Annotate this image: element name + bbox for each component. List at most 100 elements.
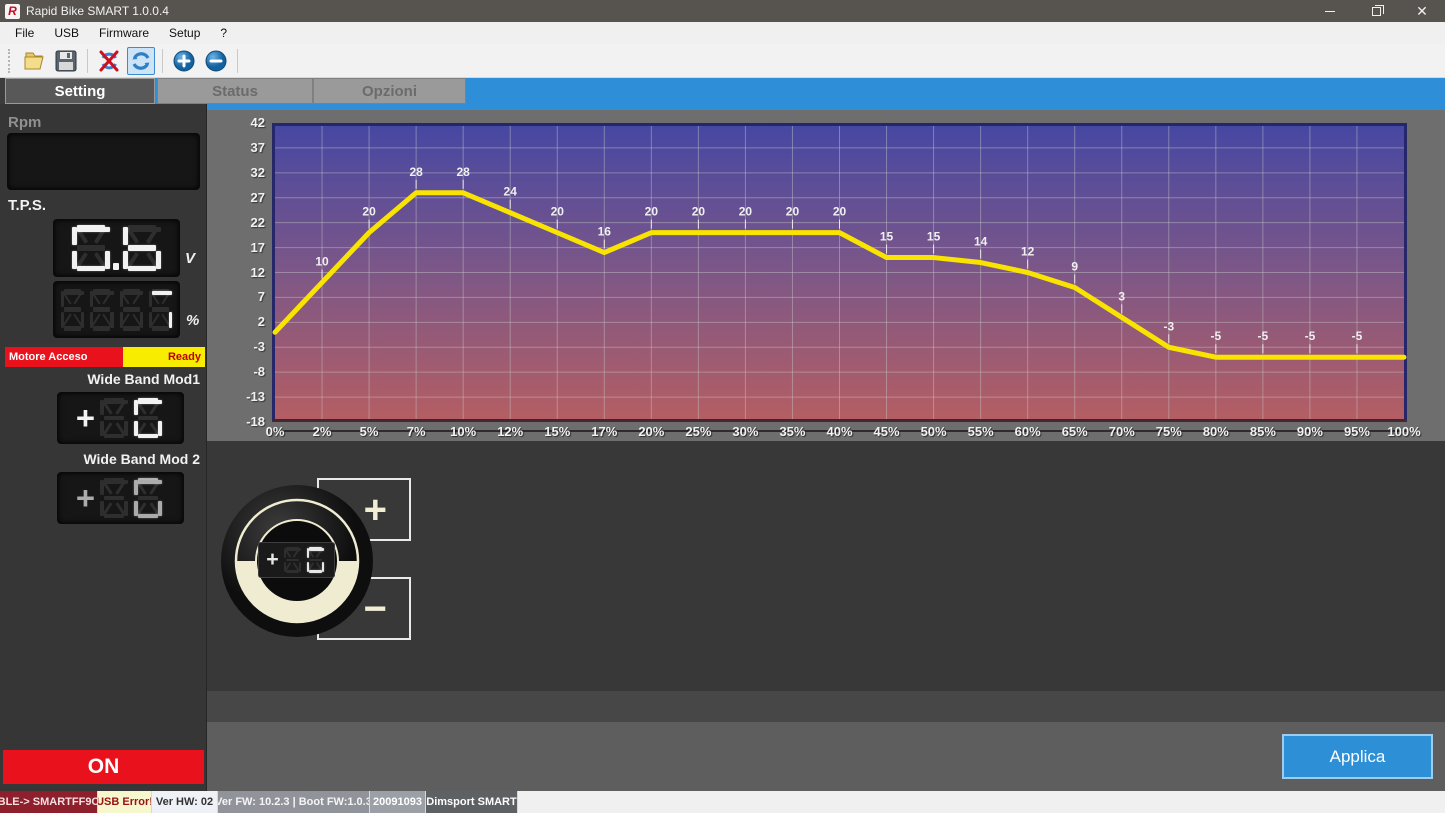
engine-status-left: Motore Acceso — [5, 347, 123, 367]
engine-status-right: Ready — [123, 347, 205, 367]
apply-button[interactable]: Applica — [1281, 733, 1434, 780]
svg-text:-3: -3 — [1163, 319, 1174, 333]
tuning-curve-chart[interactable]: 1020282824201620202020201515141293-3-5-5… — [272, 123, 1407, 422]
svg-text:28: 28 — [456, 165, 470, 179]
x-axis-label: 20% — [638, 424, 664, 439]
svg-text:16: 16 — [598, 225, 612, 239]
tab-status[interactable]: Status — [157, 78, 313, 104]
segment-digit — [61, 289, 84, 331]
y-axis-label: 42 — [207, 115, 265, 130]
engine-status-strip: Motore Acceso Ready — [5, 347, 205, 367]
svg-text:-5: -5 — [1258, 329, 1269, 343]
menu-item-usb[interactable]: USB — [44, 22, 89, 44]
svg-text:10: 10 — [315, 254, 329, 268]
x-axis-label: 15% — [544, 424, 570, 439]
svg-text:28: 28 — [409, 165, 423, 179]
segment-digit — [123, 225, 161, 271]
svg-text:24: 24 — [504, 185, 518, 199]
menu-item-firmware[interactable]: Firmware — [89, 22, 159, 44]
y-axis-label: -8 — [207, 364, 265, 379]
tps-volt-unit: V — [185, 250, 195, 267]
segment-digit — [284, 547, 301, 573]
maximize-button[interactable] — [1353, 0, 1399, 22]
usb-disconnect-button[interactable] — [95, 47, 123, 75]
svg-text:20: 20 — [645, 205, 659, 219]
svg-text:20: 20 — [692, 205, 706, 219]
tab-setting[interactable]: Setting — [5, 78, 155, 104]
app-window: R Rapid Bike SMART 1.0.0.4 ✕ FileUSBFirm… — [0, 0, 1445, 813]
x-axis-label: 25% — [685, 424, 711, 439]
y-axis-label: 27 — [207, 190, 265, 205]
y-axis-label: -18 — [207, 414, 265, 429]
x-axis-label: 70% — [1109, 424, 1135, 439]
sync-button[interactable] — [127, 47, 155, 75]
wide-band-mod1-label: Wide Band Mod1 — [0, 371, 200, 387]
segment-digit — [120, 289, 143, 331]
y-axis-label: 22 — [207, 215, 265, 230]
window-title: Rapid Bike SMART 1.0.0.4 — [26, 4, 169, 18]
segment-digit — [149, 289, 172, 331]
svg-text:9: 9 — [1071, 259, 1078, 273]
status-segment: Ver FW: 10.2.3 | Boot FW:1.0.3 — [218, 791, 370, 813]
x-axis-label: 35% — [779, 424, 805, 439]
svg-text:-5: -5 — [1305, 329, 1316, 343]
rpm-display — [7, 133, 200, 190]
status-segment: BLE-> SMARTFF9C — [0, 791, 98, 813]
svg-text:12: 12 — [1021, 245, 1035, 259]
plus-sign: + — [76, 482, 95, 515]
x-axis-label: 17% — [591, 424, 617, 439]
on-button[interactable]: ON — [3, 750, 204, 784]
title-bar: R Rapid Bike SMART 1.0.0.4 ✕ — [0, 0, 1445, 22]
y-axis-label: -13 — [207, 389, 265, 404]
minimize-button[interactable] — [1307, 0, 1353, 22]
segment-digit — [307, 547, 324, 573]
segment-digit — [72, 225, 110, 271]
tps-percent-display — [53, 281, 180, 338]
svg-text:20: 20 — [362, 205, 376, 219]
tps-percent-unit: % — [186, 312, 199, 329]
menu-item-file[interactable]: File — [5, 22, 44, 44]
save-icon — [54, 49, 78, 73]
svg-text:3: 3 — [1118, 289, 1125, 303]
menu-bar: FileUSBFirmwareSetup? — [0, 22, 1445, 44]
status-segment: USB Error! — [98, 791, 152, 813]
status-segment: Ver HW: 02 — [152, 791, 218, 813]
wide-band-mod2-display: + — [57, 472, 184, 524]
x-axis-label: 90% — [1297, 424, 1323, 439]
menu-item-setup[interactable]: Setup — [159, 22, 210, 44]
x-axis-label: 50% — [921, 424, 947, 439]
svg-text:15: 15 — [927, 230, 941, 244]
tab-bar: SettingStatusOpzioni — [0, 78, 1445, 104]
x-axis-label: 7% — [407, 424, 426, 439]
save-button[interactable] — [52, 47, 80, 75]
svg-text:20: 20 — [786, 205, 800, 219]
wide-band-mod1-display: + — [57, 392, 184, 444]
close-button[interactable]: ✕ — [1399, 0, 1445, 22]
app-logo-icon: R — [5, 4, 20, 19]
increase-button[interactable] — [170, 47, 198, 75]
open-folder-button[interactable] — [20, 47, 48, 75]
tps-volt-display — [53, 219, 180, 277]
segment-digit — [134, 478, 162, 518]
open-folder-icon — [22, 49, 46, 73]
x-axis-label: 80% — [1203, 424, 1229, 439]
menu-item-help[interactable]: ? — [210, 22, 237, 44]
plus-circle-icon — [172, 49, 196, 73]
maximize-icon — [1372, 7, 1381, 16]
segment-digit — [100, 398, 128, 438]
chart-panel: 1020282824201620202020201515141293-3-5-5… — [207, 110, 1445, 441]
segment-digit — [134, 398, 162, 438]
status-bar: BLE-> SMARTFF9CUSB Error!Ver HW: 02Ver F… — [0, 791, 1445, 813]
bottom-panel: Applica — [207, 722, 1445, 791]
svg-text:14: 14 — [974, 235, 988, 249]
close-icon: ✕ — [1416, 4, 1428, 18]
toolbar-separator — [87, 49, 88, 73]
tab-opzioni[interactable]: Opzioni — [313, 78, 466, 104]
sync-icon — [129, 49, 153, 73]
x-axis-label: 2% — [313, 424, 332, 439]
y-axis-label: -3 — [207, 339, 265, 354]
plus-sign: + — [76, 402, 95, 435]
decrease-button[interactable] — [202, 47, 230, 75]
y-axis-label: 32 — [207, 165, 265, 180]
toolbar-grip[interactable] — [8, 49, 12, 73]
